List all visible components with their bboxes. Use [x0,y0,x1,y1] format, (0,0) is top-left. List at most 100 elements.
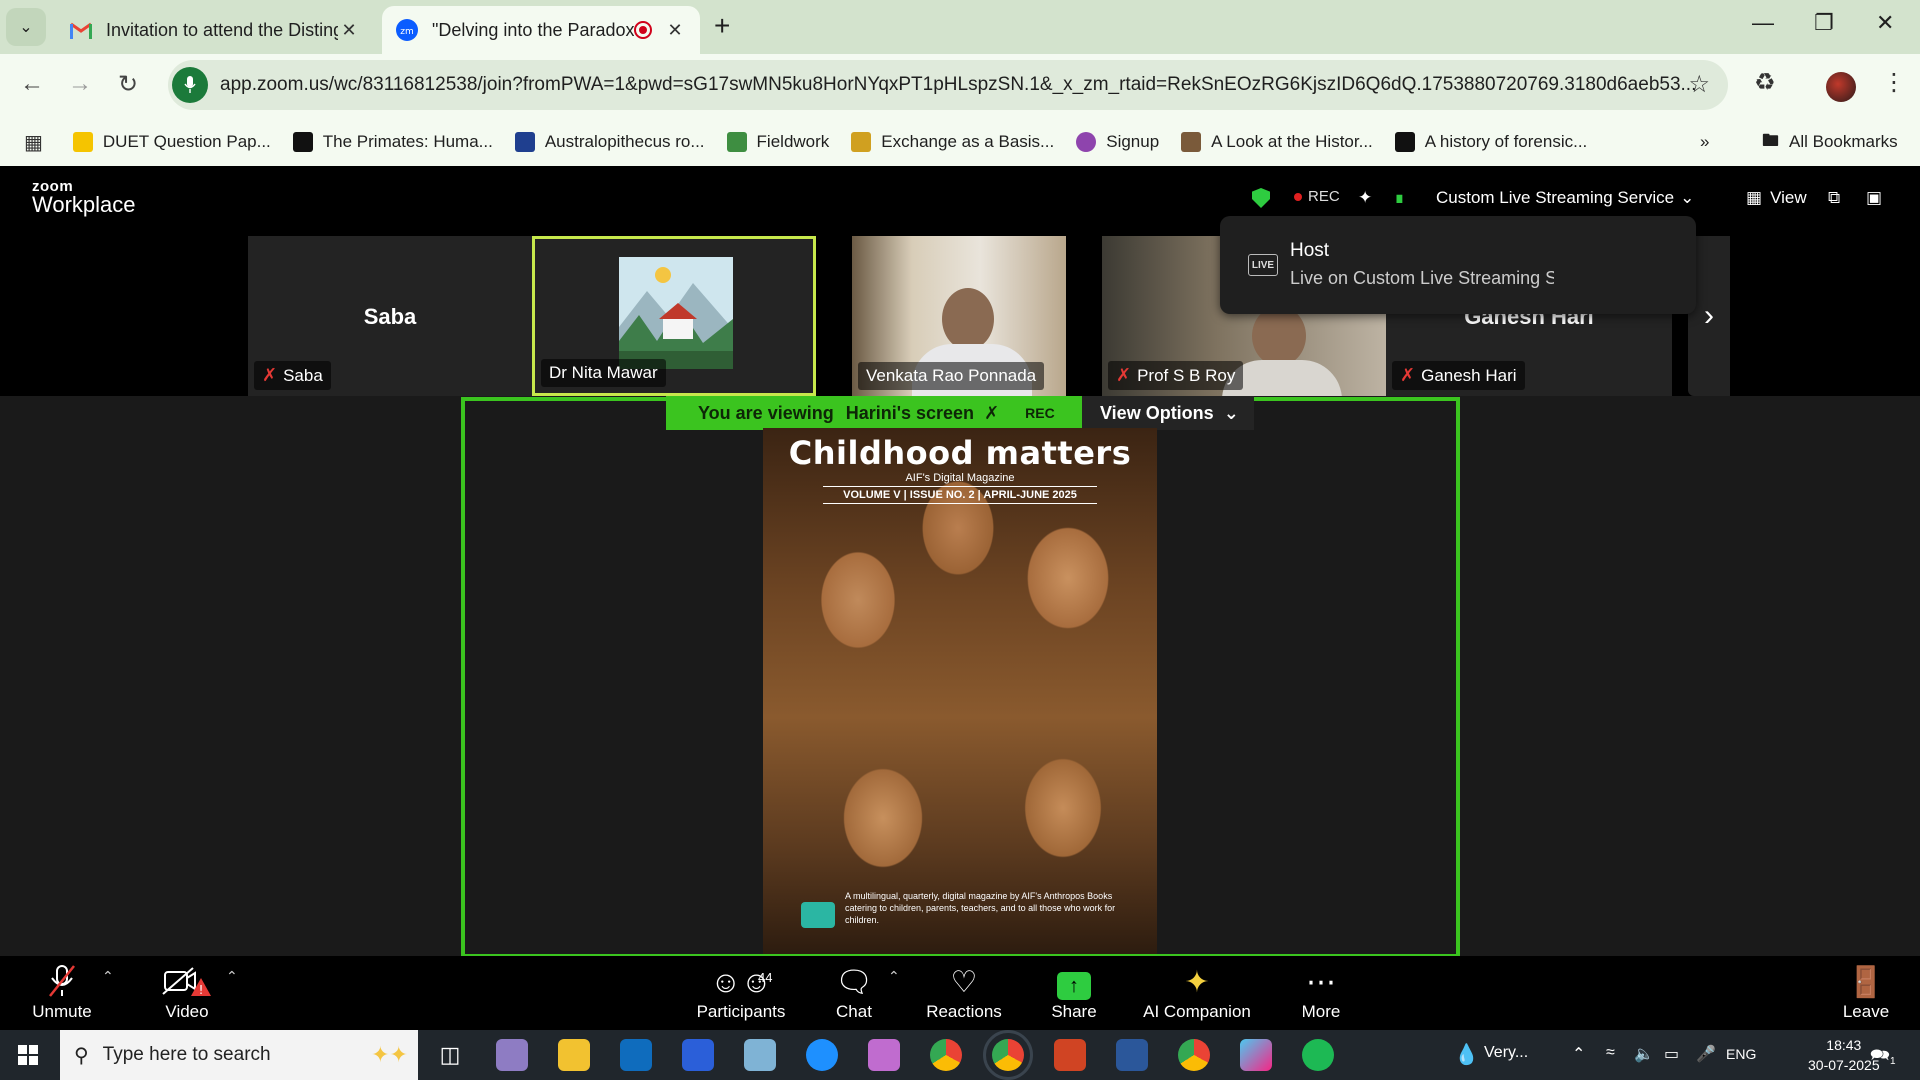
leave-button[interactable]: 🚪 Leave [1840,964,1892,1022]
tab-gmail[interactable]: Invitation to attend the Disting... ✕ [56,6,374,54]
video-options-caret-icon[interactable]: ⌃ [226,968,238,985]
unmute-button[interactable]: Unmute [24,964,100,1022]
apps-grid-icon[interactable]: ▦ [24,130,43,155]
spotify-icon[interactable] [1302,1039,1334,1071]
bookmark-item[interactable]: A Look at the Histor... [1181,132,1373,152]
word-icon[interactable] [1116,1039,1148,1071]
taskbar-clock[interactable]: 18:43 30-07-2025 [1808,1035,1880,1075]
magazine-subtitle: AIF's Digital Magazine [905,472,1015,484]
tab-zoom[interactable]: zm "Delving into the Paradoxic... ✕ [382,6,700,54]
close-window-icon[interactable]: ✕ [1876,10,1894,36]
task-view-icon[interactable]: ◫ [434,1039,466,1071]
show-hidden-icons-icon[interactable]: ⌃ [1572,1044,1585,1064]
profile-avatar[interactable] [1826,72,1856,102]
ai-companion-button[interactable]: ✦ AI Companion [1140,964,1254,1022]
reactions-button[interactable]: ♡ Reactions [922,964,1006,1022]
paint-app-icon[interactable] [496,1039,528,1071]
bookmark-item[interactable]: Exchange as a Basis... [851,132,1054,152]
minimize-icon[interactable]: — [1752,10,1774,36]
copilot-icon[interactable] [1240,1039,1272,1071]
outlook-icon[interactable] [620,1039,652,1071]
picture-in-picture-icon[interactable]: ⧉ [1828,188,1840,208]
microphone-in-use-icon[interactable] [172,67,208,103]
participant-tile[interactable]: Dr Nita Mawar [532,236,816,396]
chrome-icon[interactable] [930,1039,962,1071]
store-icon[interactable] [682,1039,714,1071]
address-bar[interactable]: app.zoom.us/wc/83116812538/join?fromPWA=… [168,60,1728,110]
bookmark-item[interactable]: The Primates: Huma... [292,132,493,152]
powerpoint-icon[interactable] [1054,1039,1086,1071]
weather-icon[interactable]: 💧 [1454,1042,1479,1067]
notes-app-icon[interactable] [744,1039,776,1071]
all-bookmarks[interactable]: 🖿 All Bookmarks [1762,128,1898,157]
bookmark-item[interactable]: Signup [1076,132,1159,152]
edge-icon[interactable] [806,1039,838,1071]
ai-sparkle-icon[interactable]: ✦ [1358,188,1372,208]
encryption-shield-icon[interactable] [1252,188,1270,208]
bookmark-favicon-icon [292,132,313,152]
notifications-icon[interactable]: 🗪 [1870,1044,1890,1071]
taskbar-search[interactable]: ⚲ Type here to search ✦✦ [60,1030,418,1080]
microsoft365-icon[interactable] [868,1039,900,1071]
reload-icon[interactable]: ↻ [118,70,138,99]
magazine-footer: A multilingual, quarterly, digital magaz… [845,891,1116,925]
muted-mic-icon: ✗ [262,365,278,385]
participant-tile[interactable]: Saba ✗ Saba [248,236,532,396]
fullscreen-icon[interactable]: ▣ [1866,188,1882,208]
close-tab-icon[interactable]: ✕ [664,20,686,41]
menu-kebab-icon[interactable]: ⋮ [1882,68,1906,97]
recording-indicator[interactable]: REC [1294,188,1340,205]
windows-start-icon[interactable] [18,1045,38,1065]
language-indicator[interactable]: ENG [1726,1046,1756,1062]
bookmark-item[interactable]: DUET Question Pap... [72,132,271,152]
share-button[interactable]: ↑ Share [1046,964,1102,1022]
bookmark-item[interactable]: A history of forensic... [1394,132,1587,152]
extensions-icon[interactable]: ♻ [1754,68,1776,97]
tab-search-chevron-icon[interactable]: ⌄ [6,8,46,46]
view-button[interactable]: ▦ View [1746,188,1807,208]
video-off-icon: ! [152,964,222,1002]
chrome-active-icon[interactable] [983,1030,1033,1080]
live-badge-icon: LIVE [1248,254,1278,276]
participant-count: 44 [758,970,773,985]
more-button[interactable]: ⋯ More [1296,964,1346,1022]
viewing-banner: You are viewing Harini's screen ✗ REC [666,396,1082,430]
wifi-icon[interactable]: ≈ [1606,1044,1615,1062]
file-explorer-icon[interactable] [558,1039,590,1071]
streaming-dropdown[interactable]: Custom Live Streaming Service ⌄ [1436,188,1694,208]
back-icon[interactable]: ← [20,70,44,98]
live-signal-icon[interactable]: ∎ [1394,188,1405,208]
participant-label: Dr Nita Mawar [541,359,666,387]
chrome-profile-icon[interactable] [1178,1039,1210,1071]
bookmark-star-icon[interactable]: ☆ [1688,70,1710,99]
weather-text[interactable]: Very... [1484,1044,1528,1062]
video-button[interactable]: ! Video [152,964,222,1022]
close-tab-icon[interactable]: ✕ [338,20,360,41]
audio-options-caret-icon[interactable]: ⌃ [102,968,114,985]
chat-bubble-icon: 🗨 [834,966,874,999]
recording-icon [634,21,652,39]
bookmark-item[interactable]: Fieldwork [726,132,829,152]
share-screen-icon: ↑ [1046,964,1102,1002]
notification-count: 1 [1890,1056,1896,1067]
forward-icon[interactable]: → [68,70,92,98]
volume-icon[interactable]: 🔈 [1634,1044,1654,1064]
video-person [1252,306,1306,366]
chat-button[interactable]: 🗨 Chat [824,964,884,1022]
restore-icon[interactable]: ❐ [1814,10,1834,36]
magazine-volume: VOLUME V | ISSUE NO. 2 | APRIL-JUNE 2025 [823,486,1097,504]
view-options-button[interactable]: View Options ⌄ [1082,396,1254,430]
bookmark-item[interactable]: Australopithecus ro... [514,132,705,152]
browser-tabstrip: ⌄ Invitation to attend the Disting... ✕ … [0,0,1920,54]
battery-icon[interactable]: ▭ [1664,1044,1679,1064]
tab-title: Invitation to attend the Disting... [106,19,338,40]
participant-tile[interactable]: Venkata Rao Ponnada [852,236,1066,396]
microphone-icon[interactable]: 🎤 [1696,1044,1716,1064]
new-tab-icon[interactable]: + [714,10,730,42]
participant-label: ✗ Ganesh Hari [1392,361,1525,390]
bookmarks-overflow-icon[interactable]: » [1700,132,1709,152]
chat-options-caret-icon[interactable]: ⌃ [888,968,900,985]
participants-button[interactable]: ☺☺ Participants [690,964,792,1022]
chevron-down-icon: ⌄ [1223,402,1239,423]
bookmark-favicon-icon [514,132,535,152]
